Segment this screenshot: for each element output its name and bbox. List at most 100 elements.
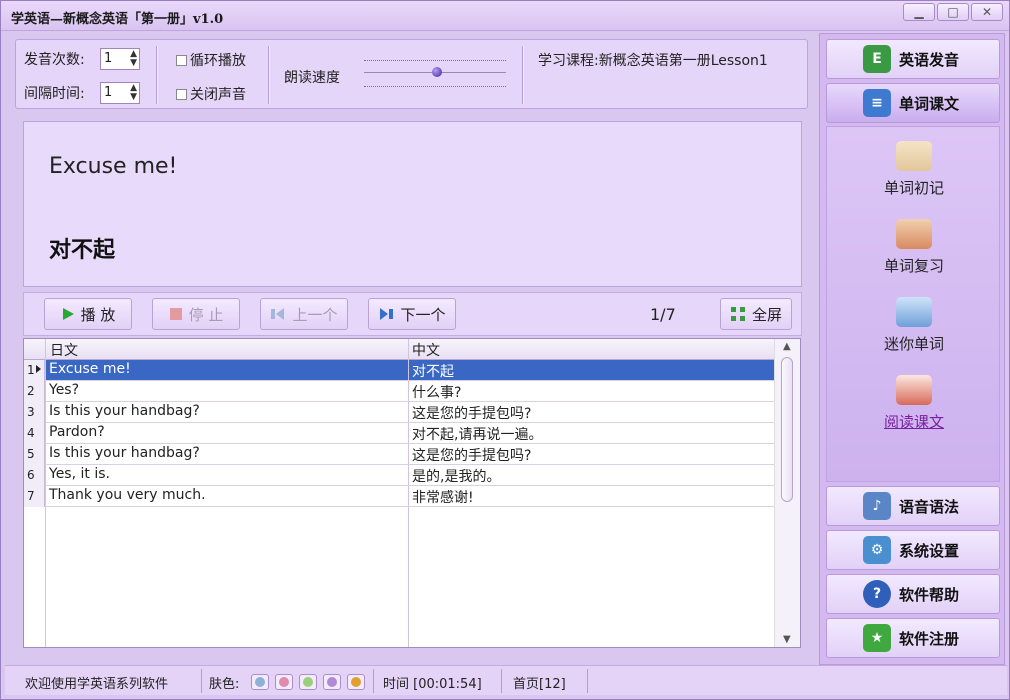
sentence-display: Excuse me! 对不起 [23, 121, 802, 287]
interval-label: 间隔时间: [24, 86, 85, 102]
row-chinese[interactable]: 非常感谢! [412, 487, 474, 507]
column-header-english[interactable]: 日文 [50, 340, 78, 360]
status-divider [373, 669, 374, 693]
fullscreen-button[interactable]: 全屏 [720, 298, 792, 330]
slider-ticks [364, 60, 506, 61]
checkbox-icon[interactable] [176, 54, 187, 66]
row-chinese[interactable]: 对不起 [412, 361, 454, 381]
nav-help-button[interactable]: ? 软件帮助 [826, 574, 1000, 614]
table-row[interactable]: 2 Yes? 什么事? [24, 381, 774, 402]
nav-pronunciation-button[interactable]: E 英语发音 [826, 39, 1000, 79]
stepper-arrows-icon[interactable]: ▲ ▼ [130, 50, 137, 68]
english-sentence: Excuse me! [49, 154, 178, 179]
skin-swatch-purple[interactable] [323, 674, 341, 690]
nav-settings-label: 系统设置 [899, 541, 960, 560]
fullscreen-label: 全屏 [751, 305, 782, 324]
minimize-button[interactable]: ▁ [903, 3, 935, 21]
row-english[interactable]: Yes? [49, 382, 79, 398]
row-english[interactable]: Yes, it is. [49, 466, 110, 482]
row-number: 5 [24, 444, 45, 465]
next-button[interactable]: 下一个 [368, 298, 456, 330]
row-number: 4 [24, 423, 45, 444]
nav-words-text-label: 单词课文 [899, 94, 960, 113]
slider-knob[interactable] [432, 67, 442, 77]
repeat-count-stepper[interactable]: 1 ▲ ▼ [100, 48, 140, 70]
prev-button[interactable]: 上一个 [260, 298, 348, 330]
submenu-mini-words[interactable]: 迷你单词 [827, 297, 1001, 354]
course-label: 学习课程:新概念英语第一册Lesson1 [538, 53, 768, 69]
skin-swatch-blue[interactable] [251, 674, 269, 690]
loop-checkbox[interactable]: 循环播放 [176, 50, 246, 70]
status-divider [587, 669, 588, 693]
row-chinese[interactable]: 什么事? [412, 382, 461, 402]
title-bar: 学英语—新概念英语「第一册」v1.0 ▁ □ ✕ [1, 1, 1009, 31]
table-header: 日文 中文 [24, 339, 774, 360]
settings-toolbar: 发音次数: 1 ▲ ▼ 间隔时间: 1 ▲ ▼ 循环播放 关闭声音 朗读速度 学习课… [15, 39, 808, 109]
submenu-review[interactable]: 单词复习 [827, 219, 1001, 276]
row-number: 3 [24, 402, 45, 423]
row-highlight [409, 360, 774, 380]
table-row[interactable]: 5 Is this your handbag? 这是您的手提包吗? [24, 444, 774, 465]
vertical-scrollbar[interactable]: ▲ ▼ [774, 339, 800, 647]
table-row[interactable]: 7 Thank you very much. 非常感谢! [24, 486, 774, 507]
row-english[interactable]: Excuse me! [49, 361, 131, 377]
next-label: 下一个 [400, 305, 446, 324]
submenu-read-text-label[interactable]: 阅读课文 [884, 413, 944, 431]
divider [522, 46, 524, 104]
help-icon: ? [863, 580, 891, 608]
mute-checkbox[interactable]: 关闭声音 [176, 84, 246, 104]
row-english[interactable]: Thank you very much. [49, 487, 206, 503]
interval-stepper[interactable]: 1 ▲ ▼ [100, 82, 140, 104]
row-english[interactable]: Is this your handbag? [49, 403, 200, 419]
stop-button[interactable]: 停 止 [152, 298, 240, 330]
nav-settings-button[interactable]: ⚙ 系统设置 [826, 530, 1000, 570]
status-divider [501, 669, 502, 693]
skin-swatch-pink[interactable] [275, 674, 293, 690]
mute-label: 关闭声音 [190, 87, 246, 103]
row-chinese[interactable]: 这是您的手提包吗? [412, 403, 531, 423]
nav-register-button[interactable]: ★ 软件注册 [826, 618, 1000, 658]
row-number: 2 [24, 381, 45, 402]
table-row[interactable]: 6 Yes, it is. 是的,是我的。 [24, 465, 774, 486]
row-chinese[interactable]: 是的,是我的。 [412, 466, 500, 486]
books-icon: ≡ [863, 89, 891, 117]
submenu-mini-words-label: 迷你单词 [883, 335, 944, 353]
scroll-thumb[interactable] [781, 357, 793, 502]
color-dot-icon [279, 677, 289, 687]
register-star-icon: ★ [863, 624, 891, 652]
review-books-icon [896, 219, 932, 249]
nav-words-text-button[interactable]: ≡ 单词课文 [826, 83, 1000, 123]
speed-slider[interactable] [364, 58, 506, 88]
close-button[interactable]: ✕ [971, 3, 1003, 21]
stop-icon [169, 308, 182, 320]
table-row[interactable]: 4 Pardon? 对不起,请再说一遍。 [24, 423, 774, 444]
maximize-button[interactable]: □ [937, 3, 969, 21]
row-number: 1 [24, 360, 45, 381]
row-chinese[interactable]: 对不起,请再说一遍。 [412, 424, 542, 444]
submenu-first-memory[interactable]: 单词初记 [827, 141, 1001, 198]
submenu-read-text[interactable]: 阅读课文 [827, 375, 1001, 432]
nav-help-label: 软件帮助 [899, 585, 960, 604]
sentence-table: 日文 中文 1 Excuse me! 对不起 2 Yes? 什么事? 3 Is … [23, 338, 801, 648]
row-chinese[interactable]: 这是您的手提包吗? [412, 445, 531, 465]
app-window: 学英语—新概念英语「第一册」v1.0 ▁ □ ✕ 发音次数: 1 ▲ ▼ 间隔时间… [0, 0, 1010, 700]
checkbox-icon[interactable] [176, 88, 187, 100]
color-dot-icon [351, 677, 361, 687]
play-icon [62, 308, 74, 320]
stepper-arrows-icon[interactable]: ▲ ▼ [130, 84, 137, 102]
scroll-down-icon[interactable]: ▼ [783, 634, 791, 645]
column-header-chinese[interactable]: 中文 [412, 340, 440, 360]
skin-swatch-orange[interactable] [347, 674, 365, 690]
interval-value: 1 [104, 85, 113, 100]
audio-icon: ♪ [863, 492, 891, 520]
slider-ticks [364, 86, 506, 87]
row-english[interactable]: Is this your handbag? [49, 445, 200, 461]
skin-swatch-green[interactable] [299, 674, 317, 690]
scroll-up-icon[interactable]: ▲ [783, 341, 791, 352]
nav-grammar-button[interactable]: ♪ 语音语法 [826, 486, 1000, 526]
table-row[interactable]: 1 Excuse me! 对不起 [24, 360, 774, 381]
row-number: 6 [24, 465, 45, 486]
row-english[interactable]: Pardon? [49, 424, 105, 440]
play-button[interactable]: 播 放 [44, 298, 132, 330]
table-row[interactable]: 3 Is this your handbag? 这是您的手提包吗? [24, 402, 774, 423]
